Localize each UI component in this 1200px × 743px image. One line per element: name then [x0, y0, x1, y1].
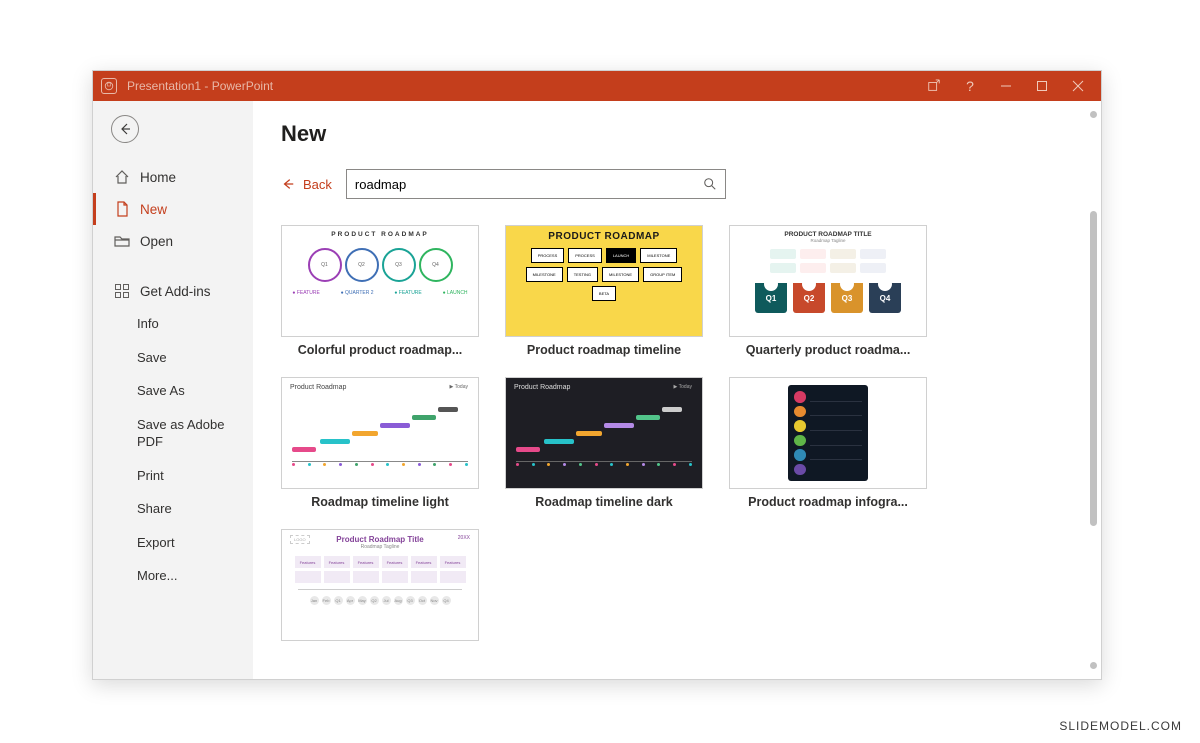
scrollbar[interactable]	[1089, 111, 1097, 669]
nav-info[interactable]: Info	[93, 307, 253, 341]
template-card[interactable]: LOGO 20XX Product Roadmap Title Roadmap …	[281, 529, 479, 647]
nav-more[interactable]: More...	[93, 559, 253, 593]
app-window: Presentation1 - PowerPoint ?	[92, 70, 1102, 680]
template-label: Quarterly product roadma...	[729, 343, 927, 357]
page-title: New	[281, 121, 1073, 147]
template-card[interactable]: PRODUCT ROADMAP PROCESSPROCESSLAUNCH MIL…	[505, 225, 703, 357]
nav-share[interactable]: Share	[93, 492, 253, 526]
app-icon	[101, 78, 117, 94]
nav-save-adobe-pdf[interactable]: Save as Adobe PDF	[93, 408, 253, 459]
nav-save[interactable]: Save	[93, 341, 253, 375]
template-card[interactable]: Product Roadmap ▶ Today	[281, 377, 479, 509]
template-label: Roadmap timeline light	[281, 495, 479, 509]
template-thumbnail: PRODUCT ROADMAP PROCESSPROCESSLAUNCH MIL…	[505, 225, 703, 337]
titlebar: Presentation1 - PowerPoint ?	[93, 71, 1101, 101]
nav-label: Open	[140, 234, 173, 249]
template-thumbnail	[729, 377, 927, 489]
template-card[interactable]: Product roadmap infogra...	[729, 377, 927, 509]
scroll-down-icon[interactable]	[1090, 662, 1097, 669]
watermark: SLIDEMODEL.COM	[1059, 719, 1182, 733]
nav-export[interactable]: Export	[93, 526, 253, 560]
template-thumbnail: Product Roadmap ▶ Today	[281, 377, 479, 489]
scroll-thumb[interactable]	[1090, 211, 1097, 526]
nav-new[interactable]: New	[93, 193, 253, 225]
template-card[interactable]: PRODUCT ROADMAP Q1 Q2 Q3 Q4 ● FEATURE● Q…	[281, 225, 479, 357]
home-icon	[114, 169, 130, 185]
template-card[interactable]: PRODUCT ROADMAP TITLE Roadmap Tagline Q1…	[729, 225, 927, 357]
template-label: Product roadmap infogra...	[729, 495, 927, 509]
help-icon[interactable]: ?	[963, 79, 977, 93]
nav-label: Get Add-ins	[140, 284, 211, 299]
window-title: Presentation1 - PowerPoint	[127, 79, 273, 93]
back-button[interactable]	[111, 115, 139, 143]
template-label: Colorful product roadmap...	[281, 343, 479, 357]
nav-get-addins[interactable]: Get Add-ins	[93, 275, 253, 307]
template-results: PRODUCT ROADMAP Q1 Q2 Q3 Q4 ● FEATURE● Q…	[281, 225, 1073, 647]
template-thumbnail: Product Roadmap ▶ Today	[505, 377, 703, 489]
folder-icon	[114, 233, 130, 249]
template-label: Product roadmap timeline	[505, 343, 703, 357]
nav-home[interactable]: Home	[93, 161, 253, 193]
search-back-button[interactable]: Back	[281, 177, 332, 192]
nav-open[interactable]: Open	[93, 225, 253, 257]
nav-label: New	[140, 202, 167, 217]
template-thumbnail: PRODUCT ROADMAP TITLE Roadmap Tagline Q1…	[729, 225, 927, 337]
template-thumbnail: LOGO 20XX Product Roadmap Title Roadmap …	[281, 529, 479, 641]
minimize-button[interactable]	[999, 79, 1013, 93]
content-area: New Back PRODUCT ROADMAP	[253, 101, 1101, 679]
grid-icon	[114, 283, 130, 299]
page-icon	[114, 201, 130, 217]
close-button[interactable]	[1071, 79, 1085, 93]
backstage-sidebar: Home New Open	[93, 101, 253, 679]
template-card[interactable]: Product Roadmap ▶ Today	[505, 377, 703, 509]
scroll-up-icon[interactable]	[1090, 111, 1097, 118]
maximize-button[interactable]	[1035, 79, 1049, 93]
nav-label: Home	[140, 170, 176, 185]
nav-save-as[interactable]: Save As	[93, 374, 253, 408]
nav-print[interactable]: Print	[93, 459, 253, 493]
template-label: Roadmap timeline dark	[505, 495, 703, 509]
share-icon[interactable]	[927, 79, 941, 93]
search-icon[interactable]	[703, 177, 717, 191]
back-label: Back	[303, 177, 332, 192]
search-input[interactable]	[355, 177, 703, 192]
template-thumbnail: PRODUCT ROADMAP Q1 Q2 Q3 Q4 ● FEATURE● Q…	[281, 225, 479, 337]
search-box[interactable]	[346, 169, 726, 199]
